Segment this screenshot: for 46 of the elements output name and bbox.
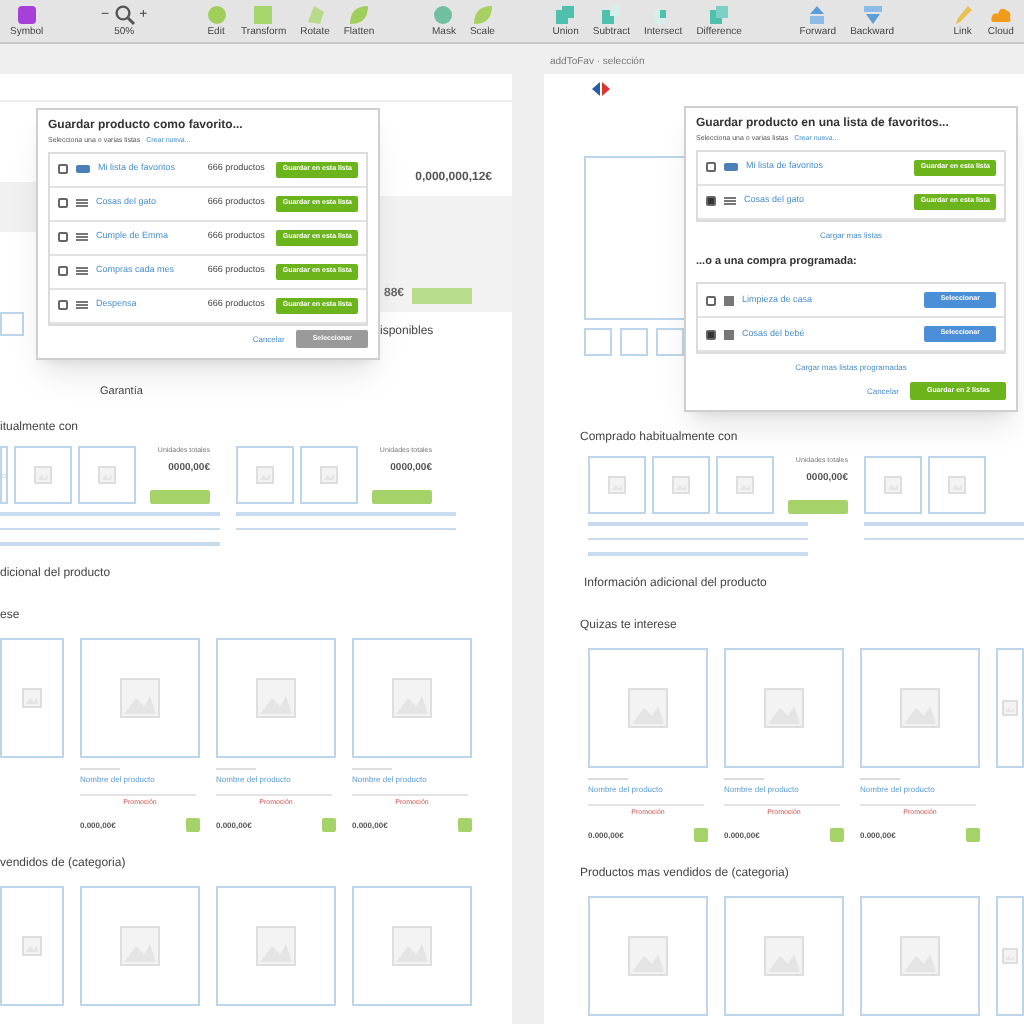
squares-icon (708, 4, 731, 26)
pencil-icon (951, 4, 974, 26)
add-to-cart-button[interactable] (966, 827, 980, 842)
checkbox[interactable] (706, 329, 716, 339)
checkbox[interactable] (58, 300, 68, 311)
list-icon (76, 300, 88, 311)
add-to-cart-button[interactable] (694, 827, 708, 842)
add-button[interactable] (372, 490, 432, 504)
squares-icon (600, 4, 623, 26)
list-icon (76, 232, 88, 243)
leaf-icon (471, 4, 494, 26)
folder-icon (76, 164, 90, 175)
add-button[interactable] (150, 490, 210, 504)
thumbnail (620, 328, 648, 356)
search-icon (113, 4, 136, 26)
add-button[interactable] (788, 500, 848, 514)
list-icon (76, 266, 88, 277)
checkbox[interactable] (58, 266, 68, 277)
square-icon (15, 4, 38, 26)
add-to-cart-button[interactable] (322, 817, 336, 832)
square-icon (252, 4, 275, 26)
squares-icon (554, 4, 577, 26)
checkbox[interactable] (58, 232, 68, 243)
circle-icon (205, 4, 228, 26)
checkbox[interactable] (58, 198, 68, 209)
add-to-cart-button[interactable] (830, 827, 844, 842)
thumbnail (584, 328, 612, 356)
cloud-icon (989, 4, 1012, 26)
thumbnail (0, 312, 24, 336)
checkbox[interactable] (706, 162, 716, 173)
shape-icon (304, 4, 326, 26)
layers-icon (861, 4, 884, 26)
add-to-cart-button[interactable] (458, 817, 472, 832)
checkbox[interactable] (58, 164, 68, 175)
logo-icon (592, 81, 610, 95)
layers-icon (806, 4, 829, 26)
add-button[interactable] (412, 288, 473, 304)
checkbox[interactable] (706, 196, 716, 207)
folder-icon (724, 162, 738, 173)
leaf-icon (348, 4, 371, 26)
add-to-cart-button[interactable] (186, 817, 200, 832)
checkbox[interactable] (706, 295, 716, 305)
list-icon (76, 198, 88, 209)
image-area (0, 182, 40, 232)
list-icon (724, 196, 736, 207)
thumbnail (656, 328, 684, 356)
